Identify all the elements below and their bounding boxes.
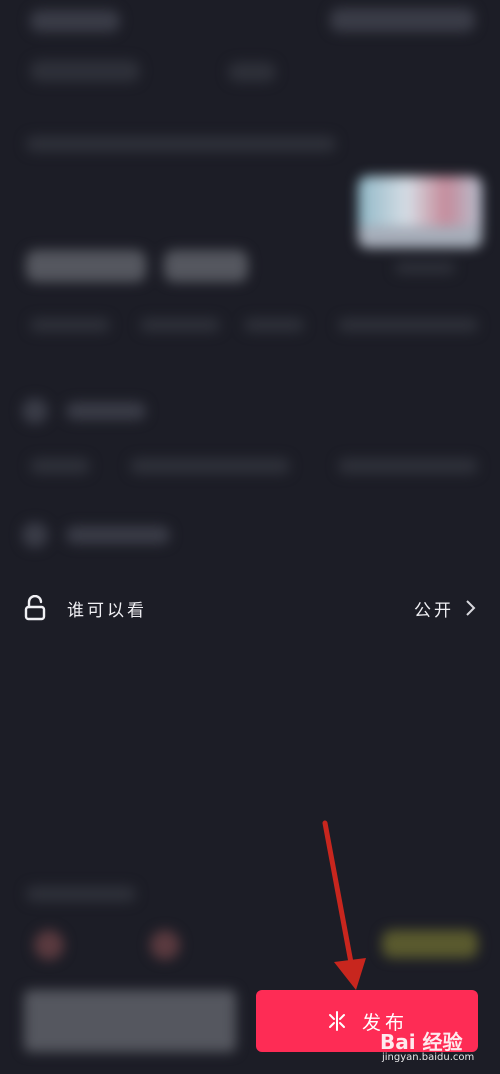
- baidu-watermark: Bai 经验 jingyan.baidu.com: [380, 1020, 500, 1074]
- chip-two[interactable]: [164, 250, 248, 282]
- chip-one[interactable]: [26, 250, 146, 282]
- location-suggestion-1: [30, 458, 90, 474]
- location-row-label: [66, 402, 146, 420]
- description-text: [26, 136, 336, 152]
- location-suggestion-3: [338, 458, 478, 474]
- chip-row-three: [244, 318, 304, 332]
- chip-row-two: [140, 318, 220, 332]
- sparkle-icon: [328, 1011, 345, 1031]
- visibility-setting-row[interactable]: 谁可以看 公开: [0, 578, 500, 638]
- lock-icon: [24, 595, 46, 621]
- thumbnail-caption: [395, 262, 455, 274]
- video-thumbnail[interactable]: [358, 176, 482, 248]
- top-left-text: [30, 10, 120, 32]
- settings-label: [26, 886, 136, 902]
- chevron-right-icon: [466, 600, 476, 616]
- location-row-icon: [22, 398, 48, 424]
- visibility-value: 公开: [414, 601, 454, 621]
- subtitle-text: [30, 60, 140, 82]
- option-icon-2[interactable]: [150, 930, 180, 960]
- chip-row-four: [338, 318, 478, 332]
- draft-button[interactable]: [24, 990, 236, 1052]
- mention-row-icon: [22, 522, 48, 548]
- option-chip-yellow[interactable]: [382, 930, 478, 958]
- option-icon-1[interactable]: [34, 930, 64, 960]
- watermark-logo: Bai 经验: [380, 1030, 463, 1054]
- mention-row-label: [66, 526, 170, 544]
- chip-row-one: [30, 318, 110, 332]
- location-suggestion-2: [130, 458, 290, 474]
- top-right-text: [330, 8, 475, 32]
- tag-text: [228, 62, 276, 82]
- watermark-url: jingyan.baidu.com: [382, 1052, 475, 1063]
- visibility-label: 谁可以看: [67, 601, 147, 621]
